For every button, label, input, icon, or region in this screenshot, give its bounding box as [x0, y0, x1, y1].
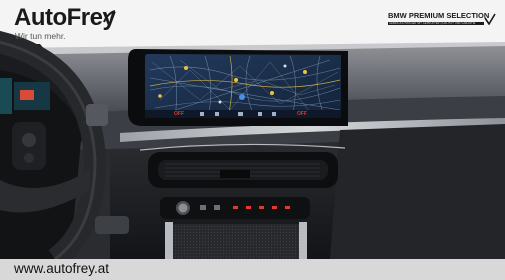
swoosh-icon — [103, 10, 116, 23]
brand-tagline: Wir tun mehr. — [15, 31, 66, 41]
screen-status-left: OFF — [174, 111, 184, 117]
brand-name: AutoFrey — [14, 4, 116, 31]
interior-photo — [0, 0, 505, 280]
footer-bar: www.autofrey.at — [0, 259, 505, 280]
brand-logo: AutoFrey Wir tun mehr. — [14, 4, 144, 42]
partner-logo: BMW PREMIUM SELECTION GEBRAUCHTWAGEN MIT… — [388, 11, 496, 31]
partner-subtitle: GEBRAUCHTWAGEN MIT GEPRÜFTER QUALITÄT UN… — [389, 22, 476, 25]
footer-url: www.autofrey.at — [14, 261, 110, 276]
screen-status-right: OFF — [297, 111, 307, 117]
checkmark-icon — [484, 13, 496, 25]
partner-title: BMW PREMIUM SELECTION — [388, 11, 490, 20]
